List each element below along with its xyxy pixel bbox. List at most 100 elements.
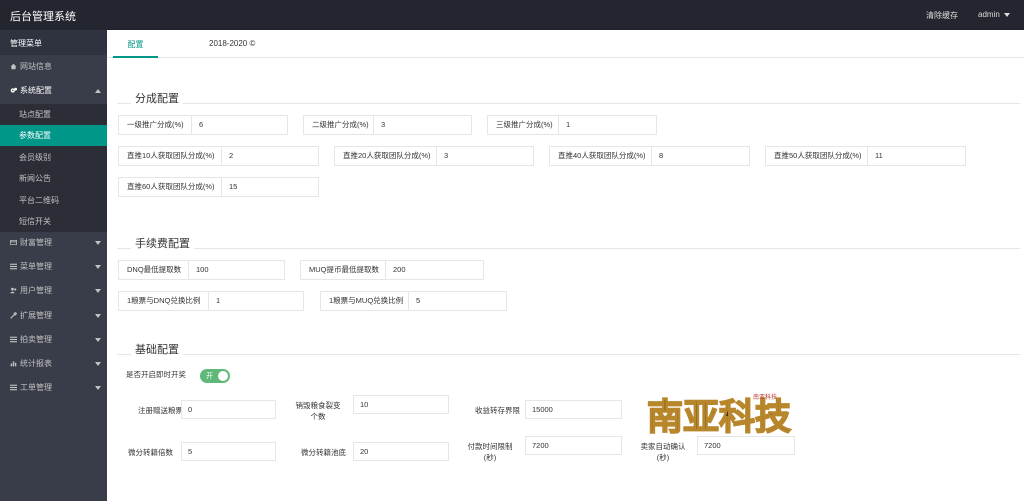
sidebar-item-label: 拍卖管理 (20, 335, 52, 344)
register-gift-input[interactable]: 0 (181, 400, 276, 419)
toggle-text: 开 (206, 373, 213, 380)
sidebar: 管理菜单 网站信息 系统配置 站点配置 参数配置 会员级别 新闻公告 平台二维码… (0, 30, 107, 501)
list-icon (10, 336, 17, 343)
chevron-down-icon (1003, 12, 1010, 17)
sidebar-item-label: 财富管理 (20, 238, 52, 247)
sidebar-item-site-info[interactable]: 网站信息 (0, 55, 107, 79)
sidebar-item-label: 扩展管理 (20, 311, 52, 320)
section-fee: 手续费配置 (117, 235, 1020, 251)
sidebar-item-label: 网站信息 (20, 62, 52, 71)
submenu-item-news[interactable]: 新闻公告 (0, 168, 107, 189)
field-value[interactable]: 1 (209, 292, 220, 310)
sidebar-item-label: 菜单管理 (20, 262, 52, 271)
split-count-input[interactable]: 10 (353, 395, 449, 414)
field-value[interactable]: 6 (192, 116, 203, 134)
submenu-item-site-config[interactable]: 站点配置 (0, 104, 107, 125)
pay-timeout-input[interactable]: 7200 (525, 436, 622, 455)
income-limit-label: 收益转存界限 (475, 406, 520, 415)
sidebar-item-label: 用户管理 (20, 286, 52, 295)
sidebar-item-wealth[interactable]: 财富管理 (0, 231, 107, 255)
sidebar-item-users[interactable]: 用户管理 (0, 279, 107, 303)
muq-min-field[interactable]: MUQ提币最低提取数 200 (300, 260, 484, 280)
field-label: DNQ最低提取数 (119, 261, 189, 279)
micro-multiple-label: 微分转籍倍数 (128, 448, 173, 457)
chevron-down-icon (95, 265, 101, 269)
field-value[interactable]: 200 (386, 261, 406, 279)
submenu-item-qrcode[interactable]: 平台二维码 (0, 190, 107, 211)
system-config-submenu: 站点配置 参数配置 会员级别 新闻公告 平台二维码 短信开关 (0, 104, 107, 232)
field-value[interactable]: 8 (652, 147, 663, 165)
field-label: 三级推广分成(%) (488, 116, 559, 134)
dnq-ratio-field[interactable]: 1粮票与DNQ兑换比例 1 (118, 291, 304, 311)
home-icon (10, 63, 17, 70)
card-icon (10, 240, 17, 245)
team20-commission-field[interactable]: 直推20人获取团队分成(%) 3 (334, 146, 534, 166)
field-value[interactable]: 11 (868, 147, 883, 165)
sidebar-item-extensions[interactable]: 扩展管理 (0, 304, 107, 328)
wrench-icon (10, 312, 17, 319)
submenu-item-param-config[interactable]: 参数配置 (0, 125, 107, 146)
submenu-item-member-level[interactable]: 会员级别 (0, 147, 107, 168)
chevron-down-icon (95, 314, 101, 318)
gears-icon (10, 87, 17, 93)
sidebar-item-tickets[interactable]: 工单管理 (0, 376, 107, 400)
level3-commission-field[interactable]: 三级推广分成(%) 1 (487, 115, 657, 135)
app-title: 后台管理系统 (10, 11, 76, 23)
clear-cache-link[interactable]: 清除缓存 (926, 10, 958, 21)
dnq-min-field[interactable]: DNQ最低提取数 100 (118, 260, 285, 280)
field-label: 直推50人获取团队分成(%) (766, 147, 868, 165)
section-title: 分成配置 (131, 90, 183, 106)
field-value[interactable]: 100 (189, 261, 209, 279)
split-count-label: 销毁粮食裂变 个数 (295, 401, 341, 421)
submenu-item-sms-switch[interactable]: 短信开关 (0, 211, 107, 232)
sidebar-item-menu[interactable]: 菜单管理 (0, 255, 107, 279)
field-label: 是否开启即时开奖 (118, 366, 194, 384)
income-limit-input[interactable]: 15000 (525, 400, 622, 419)
field-label: 一级推广分成(%) (119, 116, 192, 134)
level2-commission-field[interactable]: 二级推广分成(%) 3 (303, 115, 472, 135)
instant-open-toggle[interactable]: 开 (200, 369, 230, 383)
sidebar-item-label: 工单管理 (20, 383, 52, 392)
list-icon (10, 263, 17, 270)
micro-pool-input[interactable]: 20 (353, 442, 449, 461)
team50-commission-field[interactable]: 直推50人获取团队分成(%) 11 (765, 146, 966, 166)
top-bar: 后台管理系统 清除缓存 admin (0, 0, 1024, 30)
field-value[interactable]: 15 (222, 178, 237, 196)
field-value[interactable]: 3 (374, 116, 385, 134)
users-icon (10, 287, 17, 294)
user-menu[interactable]: admin (978, 10, 1010, 19)
section-commission: 分成配置 (117, 90, 1020, 106)
register-gift-label: 注册赠送粮票 (138, 406, 183, 415)
field-label: MUQ提币最低提取数 (301, 261, 386, 279)
sidebar-item-auction[interactable]: 拍卖管理 (0, 328, 107, 352)
field-label: 直推40人获取团队分成(%) (550, 147, 652, 165)
sidebar-item-reports[interactable]: 统计报表 (0, 352, 107, 376)
micro-multiple-input[interactable]: 5 (181, 442, 276, 461)
field-value[interactable]: 1 (559, 116, 570, 134)
chevron-down-icon (95, 362, 101, 366)
team60-commission-field[interactable]: 直推60人获取团队分成(%) 15 (118, 177, 319, 197)
user-name: admin (978, 10, 1000, 19)
chevron-down-icon (95, 241, 101, 245)
sidebar-header: 管理菜单 (0, 30, 107, 55)
section-title: 手续费配置 (131, 235, 194, 251)
chevron-down-icon (95, 338, 101, 342)
field-value[interactable]: 3 (437, 147, 448, 165)
field-value[interactable]: 2 (222, 147, 233, 165)
seller-confirm-label: 卖家自动确认 (秒) (640, 442, 686, 462)
toggle-knob (218, 371, 228, 381)
copyright-text: 2018-2020 © (209, 39, 256, 48)
field-label: 1粮票与MUQ兑换比例 (321, 292, 409, 310)
level1-commission-field[interactable]: 一级推广分成(%) 6 (118, 115, 288, 135)
field-value[interactable]: 5 (409, 292, 420, 310)
sidebar-item-system-config[interactable]: 系统配置 (0, 79, 107, 103)
field-label: 直推20人获取团队分成(%) (335, 147, 437, 165)
team10-commission-field[interactable]: 直推10人获取团队分成(%) 2 (118, 146, 319, 166)
tab-config[interactable]: 配置 (113, 30, 158, 58)
team40-commission-field[interactable]: 直推40人获取团队分成(%) 8 (549, 146, 750, 166)
sidebar-item-label: 统计报表 (20, 359, 52, 368)
muq-ratio-field[interactable]: 1粮票与MUQ兑换比例 5 (320, 291, 507, 311)
chevron-up-icon (95, 89, 101, 93)
micro-pool-label: 微分转籍池底 (301, 448, 346, 457)
pay-timeout-label: 付款时间限制 (秒) (467, 442, 513, 462)
